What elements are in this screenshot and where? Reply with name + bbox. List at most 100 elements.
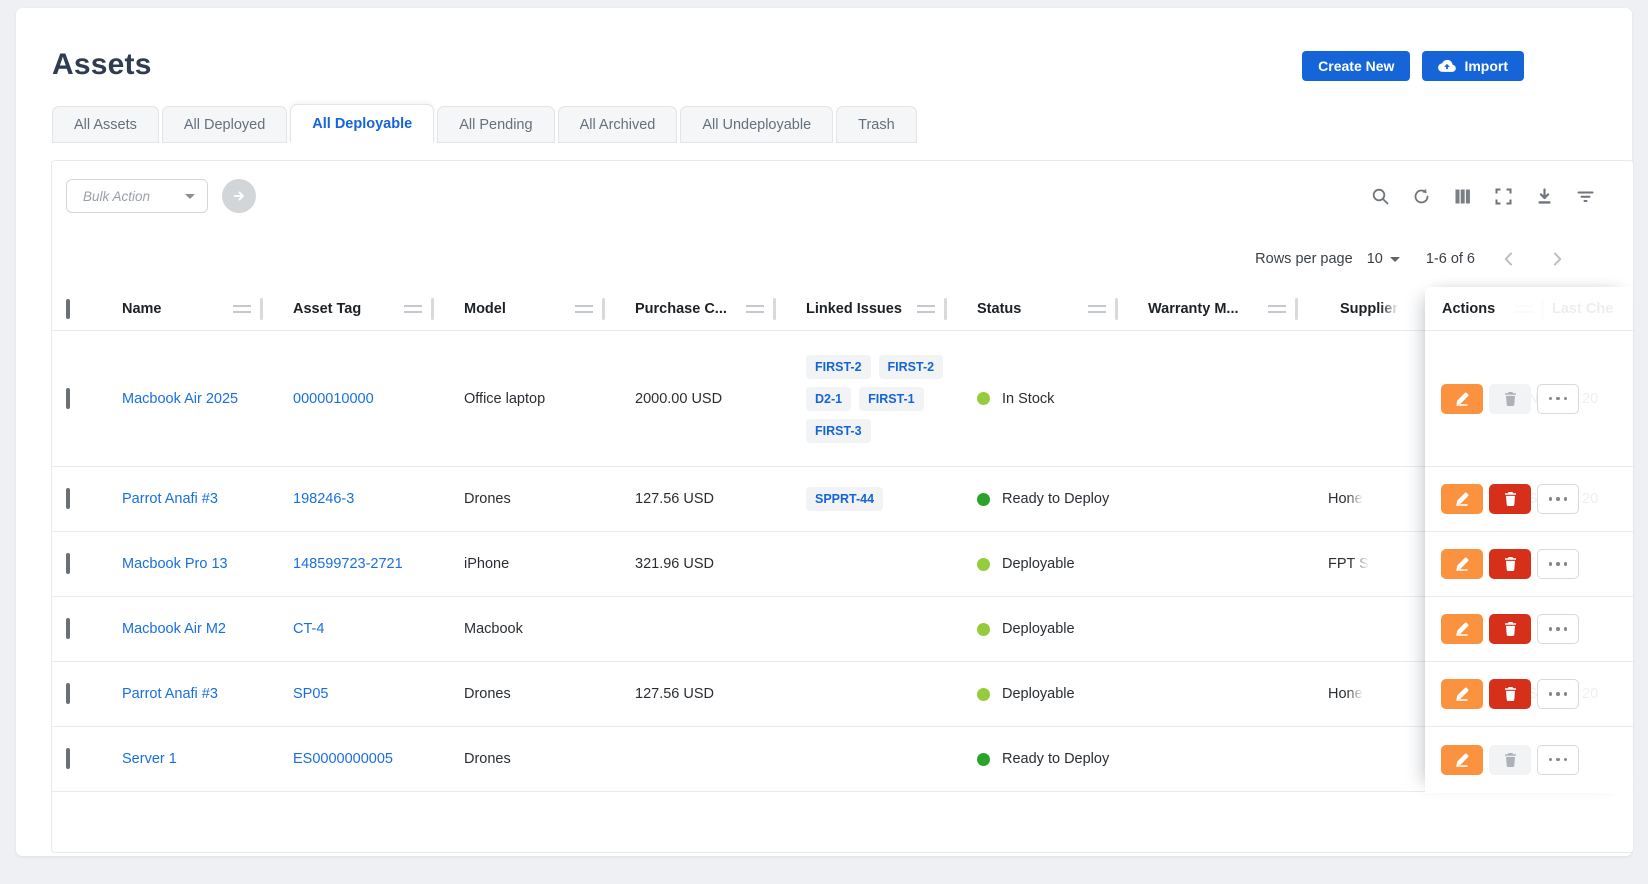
column-header-model: Model [434,287,605,330]
issue-badge[interactable]: SPPRT-44 [806,487,883,511]
asset-name-link[interactable]: Parrot Anafi #3 [122,686,218,702]
create-new-button[interactable]: Create New [1302,51,1410,81]
asset-tag-link[interactable]: 198246-3 [293,491,354,507]
column-drag-handle[interactable] [233,305,251,313]
filter-icon[interactable] [1576,187,1595,206]
linked-issues-cell [776,597,947,661]
refresh-icon[interactable] [1412,187,1431,206]
row-checkbox[interactable] [66,388,70,409]
next-page-button[interactable] [1543,245,1571,273]
asset-name-link[interactable]: Server 1 [122,751,177,767]
tab-all-undeployable[interactable]: All Undeployable [680,106,833,143]
edit-button[interactable] [1441,549,1483,579]
asset-tag-link[interactable]: ES0000000005 [293,751,393,767]
edit-button[interactable] [1441,384,1483,414]
tab-all-deployable[interactable]: All Deployable [290,104,434,143]
tab-trash[interactable]: Trash [836,106,917,143]
row-checkbox[interactable] [66,618,70,639]
more-actions-button[interactable] [1537,549,1579,579]
delete-button-disabled [1489,745,1531,775]
tab-all-assets[interactable]: All Assets [52,106,159,143]
table-row: Parrot Anafi #3 198246-3 Drones 127.56 U… [52,467,1633,532]
download-icon[interactable] [1535,187,1554,206]
supplier-cell: FPT S [1328,556,1369,572]
supplier-cell: Hone [1328,686,1363,702]
more-actions-button[interactable] [1537,484,1579,514]
status-cell: In Stock [977,391,1054,407]
asset-name-link[interactable]: Macbook Air 2025 [122,391,238,407]
row-checkbox[interactable] [66,748,70,769]
table-row: Server 1 ES0000000005 Drones Ready to De… [52,727,1633,792]
row-actions [1425,727,1633,792]
tab-bar: All Assets All Deployed All Deployable A… [52,104,920,143]
status-dot [977,558,990,571]
chevron-down-icon [1390,257,1400,262]
tab-all-deployed[interactable]: All Deployed [162,106,287,143]
issue-badge[interactable]: D2-1 [806,387,851,411]
table-row: Macbook Air M2 CT-4 Macbook Deployable [52,597,1633,662]
table-row: Parrot Anafi #3 SP05 Drones 127.56 USD D… [52,662,1633,727]
tab-all-pending[interactable]: All Pending [437,106,554,143]
linked-issues-cell [776,662,947,726]
column-drag-handle[interactable] [1088,305,1106,313]
rows-per-page-select[interactable]: 10 [1367,251,1400,267]
linked-issues-cell: FIRST-2 FIRST-2 D2-1 FIRST-1 FIRST-3 [806,355,947,443]
status-dot [977,493,990,506]
asset-tag-link[interactable]: CT-4 [293,621,324,637]
edit-button[interactable] [1441,484,1483,514]
more-actions-button[interactable] [1537,679,1579,709]
row-checkbox[interactable] [66,553,70,574]
column-drag-handle[interactable] [917,305,935,313]
issue-badge[interactable]: FIRST-1 [859,387,924,411]
tab-all-archived[interactable]: All Archived [558,106,678,143]
pagination: Rows per page 10 1-6 of 6 [1255,245,1571,273]
main-card: Assets Create New Import All Assets All … [16,8,1632,856]
delete-button[interactable] [1489,614,1531,644]
delete-button[interactable] [1489,679,1531,709]
bulk-action-apply-button[interactable] [222,179,256,213]
edit-button[interactable] [1441,745,1483,775]
asset-tag-link[interactable]: SP05 [293,686,328,702]
linked-issues-cell: SPPRT-44 [806,487,947,511]
import-button[interactable]: Import [1422,51,1524,81]
model-cell: Drones [464,686,511,702]
table-row: Macbook Air 2025 0000010000 Office lapto… [52,331,1633,467]
purchase-cost-cell: 127.56 USD [635,686,714,702]
search-icon[interactable] [1371,187,1390,206]
asset-tag-link[interactable]: 148599723-2721 [293,556,403,572]
row-actions [1425,467,1633,532]
pinned-actions-column: Actions [1425,287,1633,793]
linked-issues-cell [776,727,947,791]
delete-button[interactable] [1489,549,1531,579]
columns-icon[interactable] [1453,187,1472,206]
edit-button[interactable] [1441,679,1483,709]
delete-button[interactable] [1489,484,1531,514]
issue-badge[interactable]: FIRST-3 [806,419,871,443]
issue-badge[interactable]: FIRST-2 [806,355,871,379]
model-cell: iPhone [464,556,509,572]
issue-badge[interactable]: FIRST-2 [879,355,944,379]
previous-page-button[interactable] [1495,245,1523,273]
select-all-checkbox[interactable] [66,299,70,319]
column-header-name: Name [92,287,263,330]
row-checkbox[interactable] [66,683,70,704]
column-drag-handle[interactable] [575,305,593,313]
more-actions-button[interactable] [1537,745,1579,775]
asset-name-link[interactable]: Macbook Air M2 [122,621,226,637]
column-drag-handle[interactable] [746,305,764,313]
column-drag-handle[interactable] [1268,305,1286,313]
more-actions-button[interactable] [1537,384,1579,414]
asset-name-link[interactable]: Parrot Anafi #3 [122,491,218,507]
row-checkbox[interactable] [66,488,70,509]
asset-name-link[interactable]: Macbook Pro 13 [122,556,228,572]
row-actions [1425,597,1633,662]
column-drag-handle[interactable] [404,305,422,313]
fullscreen-icon[interactable] [1494,187,1513,206]
status-dot [977,623,990,636]
more-actions-button[interactable] [1537,614,1579,644]
asset-tag-link[interactable]: 0000010000 [293,391,374,407]
bulk-action-select[interactable]: Bulk Action [66,179,208,213]
status-dot [977,753,990,766]
edit-button[interactable] [1441,614,1483,644]
arrow-right-icon [231,188,247,204]
